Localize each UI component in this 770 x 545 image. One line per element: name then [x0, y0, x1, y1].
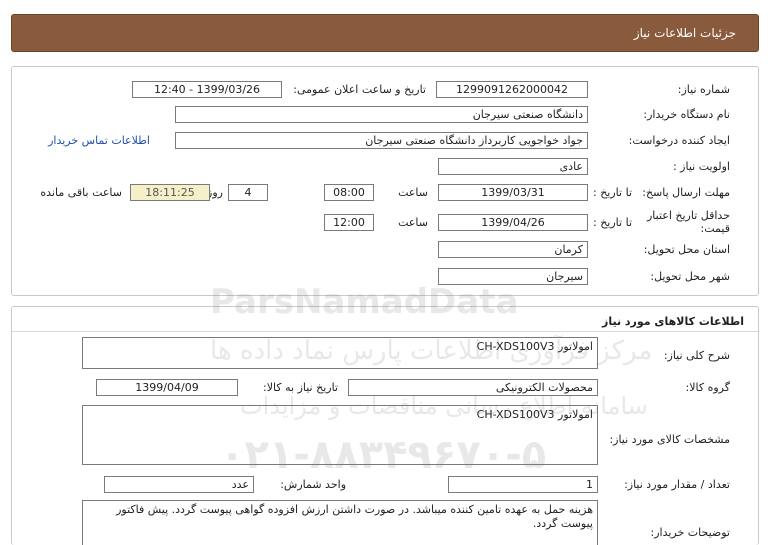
price-validity-date-field[interactable]: 1399/04/26 — [438, 214, 588, 231]
quantity-field[interactable]: 1 — [448, 476, 598, 493]
goods-group-field[interactable]: محصولات الکترونیکی — [348, 379, 598, 396]
deadline-date-field[interactable]: 1399/03/31 — [438, 184, 588, 201]
specs-label: مشخصات کالای مورد نیاز: — [609, 433, 730, 446]
goods-group-label: گروه کالا: — [685, 381, 730, 394]
need-number-label: شماره نیاز: — [677, 83, 730, 96]
deadline-label: مهلت ارسال پاسخ: — [642, 186, 730, 199]
requester-label: ایجاد کننده درخواست: — [628, 134, 730, 147]
page-header: جزئیات اطلاعات نیاز — [11, 14, 759, 52]
province-field[interactable]: کرمان — [438, 241, 588, 258]
deadline-time-label: ساعت — [398, 186, 428, 199]
days-remaining-field[interactable]: 4 — [228, 184, 268, 201]
goods-section-title: اطلاعات کالاهای مورد نیاز — [602, 315, 744, 328]
announce-datetime-field[interactable]: 1399/03/26 - 12:40 — [132, 81, 282, 98]
goods-info-panel: اطلاعات کالاهای مورد نیاز شرح کلی نیاز: … — [11, 306, 759, 545]
price-validity-label: حداقل تاریخ اعتبار قیمت: — [646, 209, 730, 235]
buyer-org-label: نام دستگاه خریدار: — [643, 108, 730, 121]
remaining-time-field: 18:11:25 — [130, 184, 210, 201]
price-validity-time-field[interactable]: 12:00 — [324, 214, 374, 231]
buyer-notes-label: توضیحات خریدار: — [650, 526, 731, 539]
section-divider — [12, 331, 758, 332]
page-title: جزئیات اطلاعات نیاز — [633, 26, 736, 40]
summary-field[interactable]: امولاتور CH-XDS100V3 — [82, 337, 598, 369]
price-validity-time-label: ساعت — [398, 216, 428, 229]
specs-field[interactable]: امولاتور CH-XDS100V3 — [82, 405, 598, 465]
remaining-time-label: ساعت باقی مانده — [40, 186, 122, 199]
need-number-field[interactable]: 1299091262000042 — [436, 81, 588, 98]
deadline-until-label: تا تاریخ : — [593, 186, 632, 199]
need-date-field[interactable]: 1399/04/09 — [96, 379, 238, 396]
quantity-label: تعداد / مقدار مورد نیاز: — [624, 478, 730, 491]
deadline-time-field[interactable]: 08:00 — [324, 184, 374, 201]
need-info-panel: شماره نیاز: 1299091262000042 تاریخ و ساع… — [11, 66, 759, 296]
buyer-contact-link[interactable]: اطلاعات تماس خریدار — [48, 134, 150, 147]
priority-field[interactable]: عادی — [438, 158, 588, 175]
priority-label: اولویت نیاز : — [672, 160, 730, 173]
requester-field[interactable]: جواد خواجویی کاربرداز دانشگاه صنعتی سیرج… — [175, 132, 588, 149]
buyer-notes-field[interactable]: هزینه حمل به عهده تامین کننده میباشد. در… — [82, 500, 598, 545]
unit-field[interactable]: عدد — [104, 476, 254, 493]
summary-label: شرح کلی نیاز: — [663, 349, 730, 362]
price-validity-until-label: تا تاریخ : — [593, 216, 632, 229]
province-label: استان محل تحویل: — [643, 243, 730, 256]
need-date-label: تاریخ نیاز به کالا: — [263, 381, 338, 394]
announce-label: تاریخ و ساعت اعلان عمومی: — [293, 83, 426, 96]
city-field[interactable]: سیرجان — [438, 268, 588, 285]
unit-label: واحد شمارش: — [280, 478, 346, 491]
buyer-org-field[interactable]: دانشگاه صنعتی سیرجان — [175, 106, 588, 123]
city-label: شهر محل تحویل: — [650, 270, 730, 283]
